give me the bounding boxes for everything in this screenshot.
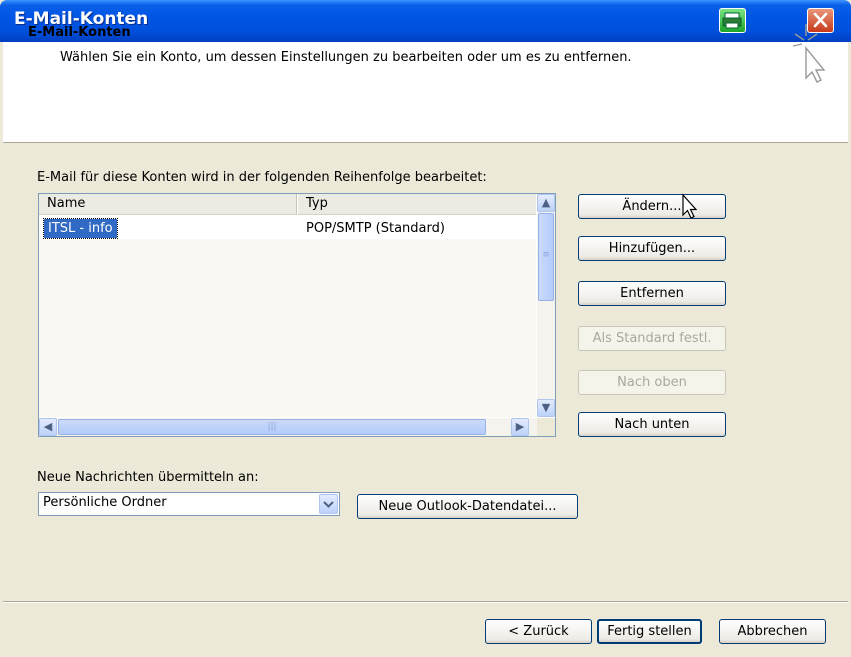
- thumb-grip-icon: ≡: [542, 250, 550, 260]
- column-header-type[interactable]: Typ: [298, 194, 536, 215]
- account-row-name[interactable]: ITSL - info: [43, 218, 118, 239]
- accounts-caption: E-Mail für diese Konten wird in der folg…: [37, 170, 487, 185]
- scroll-down-icon[interactable]: ▼: [537, 399, 555, 417]
- account-row-type[interactable]: POP/SMTP (Standard): [306, 219, 445, 238]
- column-header-name-label: Name: [47, 196, 86, 211]
- scroll-right-icon[interactable]: ▶: [511, 418, 529, 436]
- vertical-scroll-thumb[interactable]: ≡: [538, 213, 554, 301]
- delivery-label: Neue Nachrichten übermitteln an:: [37, 470, 259, 485]
- new-data-file-button[interactable]: Neue Outlook-Datendatei...: [357, 494, 578, 519]
- thumb-grip-icon: |||: [267, 422, 277, 432]
- list-empty-area: [39, 239, 536, 417]
- change-button[interactable]: Ändern...: [578, 194, 726, 219]
- mouse-cursor-icon: [674, 193, 700, 221]
- footer-divider: [3, 601, 848, 603]
- column-header-type-label: Typ: [306, 196, 328, 211]
- chevron-down-icon[interactable]: [319, 494, 338, 514]
- back-button[interactable]: < Zurück: [485, 619, 592, 644]
- header-title: E-Mail-Konten: [28, 25, 131, 40]
- scroll-left-icon[interactable]: ◀: [39, 418, 57, 436]
- move-down-button[interactable]: Nach unten: [578, 412, 726, 437]
- header-subtitle: Wählen Sie ein Konto, um dessen Einstell…: [60, 50, 632, 65]
- remove-button[interactable]: Entfernen: [578, 281, 726, 306]
- column-header-name[interactable]: Name: [39, 194, 297, 215]
- printer-icon[interactable]: [719, 8, 746, 33]
- delivery-selected-value[interactable]: Persönliche Ordner: [43, 495, 167, 510]
- wizard-sparkle-cursor-icon: [790, 20, 834, 84]
- scrollbar-corner: [537, 418, 555, 436]
- scroll-up-icon[interactable]: ▲: [537, 194, 555, 212]
- set-default-button[interactable]: Als Standard festl.: [578, 326, 726, 351]
- add-button[interactable]: Hinzufügen...: [578, 236, 726, 261]
- cancel-button[interactable]: Abbrechen: [719, 619, 826, 644]
- horizontal-scroll-thumb[interactable]: |||: [58, 419, 486, 435]
- finish-button[interactable]: Fertig stellen: [597, 619, 702, 644]
- move-up-button[interactable]: Nach oben: [578, 370, 726, 395]
